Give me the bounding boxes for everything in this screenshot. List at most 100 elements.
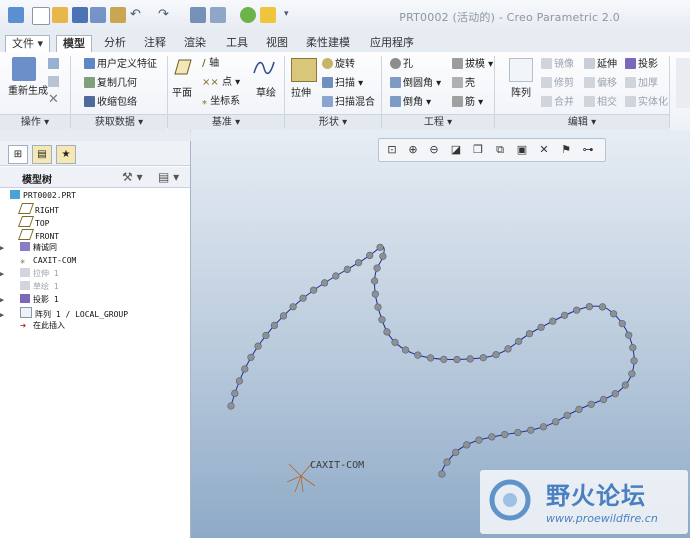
tab-annotate[interactable]: 注释 <box>138 35 172 51</box>
pattern-bead[interactable] <box>504 345 512 353</box>
pattern-bead[interactable] <box>227 402 235 410</box>
extrude-button[interactable]: 拉伸 <box>291 88 311 100</box>
pattern-bead[interactable] <box>625 331 633 339</box>
edit-icon[interactable] <box>110 7 126 23</box>
pattern-bead[interactable] <box>235 377 244 385</box>
tree-settings-icon[interactable]: ⚒ ▾ <box>122 170 143 184</box>
group-get-data-label[interactable]: 获取数据 ▾ <box>71 114 167 130</box>
tree-node-extrude[interactable]: ▶ 拉伸 1 <box>0 268 59 280</box>
pattern-button[interactable]: 阵列 <box>511 88 531 100</box>
pattern-bead[interactable] <box>621 381 629 389</box>
group-operations-label[interactable]: 操作 ▾ <box>0 114 70 130</box>
mirror-button[interactable]: 镜像 <box>541 58 574 71</box>
zoom-out-icon[interactable]: ⊖ <box>424 141 444 159</box>
pattern-bead[interactable] <box>463 441 471 449</box>
tree-node-feature-a[interactable]: ▶ 精诚同 <box>0 242 57 254</box>
rib-button[interactable]: 筋 ▾ <box>452 96 483 109</box>
pattern-bead[interactable] <box>379 252 387 260</box>
pattern-bead[interactable] <box>514 429 522 437</box>
shell-button[interactable]: 壳 <box>452 77 475 90</box>
extend-button[interactable]: 延伸 <box>584 58 617 71</box>
swept-blend-button[interactable]: 扫描混合 <box>322 96 375 109</box>
group-datum-label[interactable]: 基准 ▾ <box>168 114 284 130</box>
sketch-button[interactable]: 草绘 <box>256 88 276 100</box>
copy-geometry-button[interactable]: 复制几何 <box>84 77 137 90</box>
tree-node-right[interactable]: RIGHT <box>0 203 59 215</box>
pattern-bead[interactable] <box>515 337 523 345</box>
pattern-bead[interactable] <box>241 365 249 373</box>
ribbon-overflow[interactable] <box>676 58 690 108</box>
pattern-bead[interactable] <box>371 277 379 285</box>
undo-icon[interactable]: ↶ <box>130 7 146 23</box>
copy-icon[interactable] <box>48 58 59 69</box>
pattern-bead[interactable] <box>527 426 535 434</box>
close-window-icon[interactable] <box>260 7 276 23</box>
pattern-bead[interactable] <box>378 316 386 324</box>
tree-show-icon[interactable]: ▤ ▾ <box>158 170 179 184</box>
pattern-bead[interactable] <box>453 355 461 364</box>
point-button[interactable]: ×× 点 ▾ <box>202 77 240 89</box>
pattern-bead[interactable] <box>309 286 318 294</box>
group-engineering-label[interactable]: 工程 ▾ <box>382 114 494 130</box>
pattern-bead[interactable] <box>440 355 448 363</box>
saved-views-icon[interactable]: ⧉ <box>490 141 510 159</box>
pattern-bead[interactable] <box>475 436 483 444</box>
project-button[interactable]: 投影 <box>625 58 658 71</box>
pattern-bead[interactable] <box>629 344 637 352</box>
customize-qat-icon[interactable]: ▾ <box>284 9 289 19</box>
regenerate-button[interactable]: 重新生成 <box>8 86 48 98</box>
group-shapes-label[interactable]: 形状 ▾ <box>285 114 381 130</box>
pattern-bead[interactable] <box>427 354 435 362</box>
pattern-bead[interactable] <box>610 310 618 318</box>
solidify-button[interactable]: 实体化 <box>625 96 668 109</box>
pattern-bead[interactable] <box>573 306 581 314</box>
hole-button[interactable]: 孔 <box>390 58 413 71</box>
folder-browser-tab-icon[interactable]: ▤ <box>32 145 52 164</box>
tab-model[interactable]: 模型 <box>56 35 92 52</box>
save-icon[interactable] <box>72 7 88 23</box>
pattern-bead[interactable] <box>414 351 422 359</box>
shrinkwrap-button[interactable]: 收缩包络 <box>84 96 137 109</box>
pattern-bead[interactable] <box>254 342 262 350</box>
pattern-bead[interactable] <box>598 303 607 311</box>
tree-node-projection[interactable]: ▶ 投影 1 <box>0 294 59 306</box>
pattern-bead[interactable] <box>343 265 351 273</box>
pattern-bead[interactable] <box>438 470 446 478</box>
offset-button[interactable]: 偏移 <box>584 77 617 90</box>
pattern-bead[interactable] <box>270 321 278 329</box>
pattern-bead[interactable] <box>561 311 569 319</box>
repaint-icon[interactable]: ◪ <box>446 141 466 159</box>
tab-applications[interactable]: 应用程序 <box>364 35 420 51</box>
zoom-in-icon[interactable]: ⊕ <box>403 141 423 159</box>
pattern-bead[interactable] <box>575 405 583 414</box>
pattern-bead[interactable] <box>321 279 329 287</box>
spin-center-icon[interactable]: ⊶ <box>578 141 598 159</box>
display-style-icon[interactable]: ❒ <box>468 141 488 159</box>
tree-node-insert-here[interactable]: ➜ 在此插入 <box>0 320 65 332</box>
favorites-tab-icon[interactable]: ★ <box>56 145 76 164</box>
windows-icon[interactable] <box>210 7 226 23</box>
pattern-bead[interactable] <box>537 323 545 331</box>
tree-node-part[interactable]: PRT0002.PRT <box>0 190 76 202</box>
pattern-bead[interactable] <box>492 351 500 359</box>
pattern-bead[interactable] <box>585 303 594 311</box>
revolve-button[interactable]: 旋转 <box>322 58 355 71</box>
pattern-bead[interactable] <box>373 264 381 272</box>
pattern-bead[interactable] <box>247 353 255 361</box>
pattern-bead[interactable] <box>332 272 340 280</box>
pattern-bead[interactable] <box>501 431 509 439</box>
intersect-button[interactable]: 相交 <box>584 96 617 109</box>
paste-icon[interactable] <box>48 76 59 87</box>
datum-display-icon[interactable]: ✕ <box>534 141 554 159</box>
tree-node-front[interactable]: FRONT <box>0 229 59 241</box>
thicken-button[interactable]: 加厚 <box>625 77 658 90</box>
trim-button[interactable]: 修剪 <box>541 77 574 90</box>
tree-node-pattern[interactable]: ▶ 阵列 1 / LOCAL_GROUP <box>0 307 128 319</box>
tab-flexible-modeling[interactable]: 柔性建模 <box>300 35 356 51</box>
pattern-bead[interactable] <box>371 290 379 298</box>
save-as-icon[interactable] <box>90 7 106 23</box>
csys-button[interactable]: ⁎ 坐标系 <box>202 96 240 108</box>
pattern-bead[interactable] <box>618 320 626 328</box>
tab-file[interactable]: 文件 ▾ <box>5 35 51 53</box>
pattern-bead[interactable] <box>466 355 474 363</box>
